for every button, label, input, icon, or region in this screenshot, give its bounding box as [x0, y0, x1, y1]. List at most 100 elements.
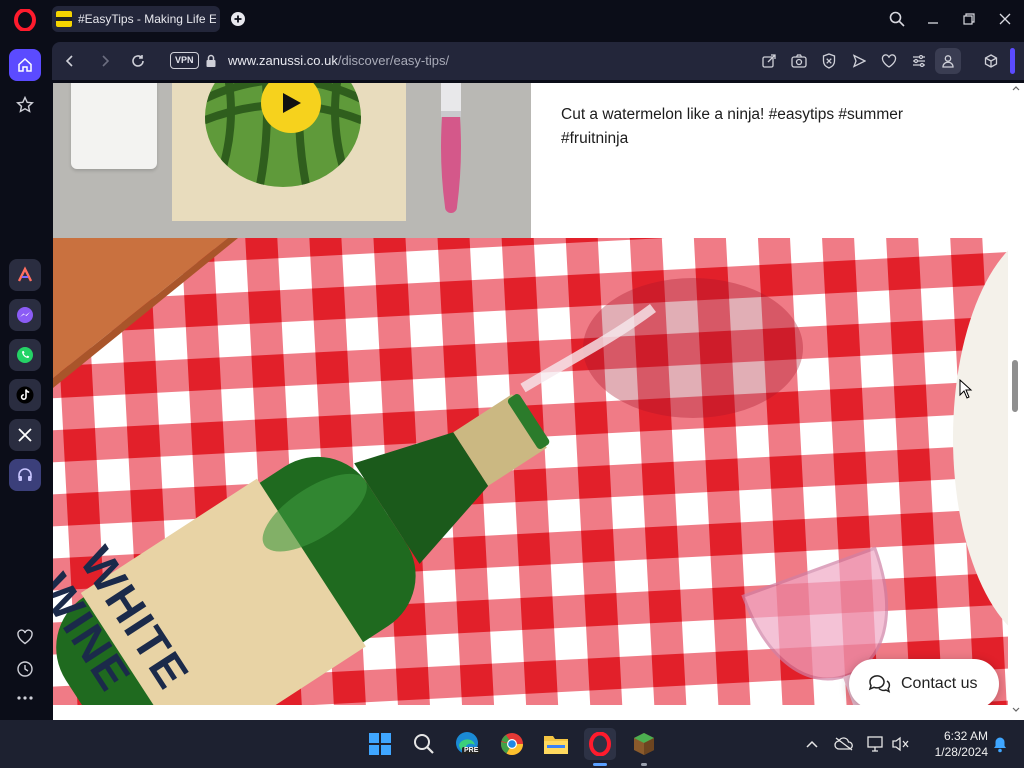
opera-logo-icon[interactable]	[14, 8, 36, 32]
snapshot-button[interactable]	[784, 42, 814, 80]
minecraft-icon	[634, 733, 654, 755]
video-caption: Cut a watermelon like a ninja! #easytips…	[561, 103, 961, 151]
restore-button[interactable]	[958, 8, 980, 30]
sliders-icon	[913, 55, 925, 67]
sidebar-item-home[interactable]	[9, 49, 41, 81]
scrollbar-thumb[interactable]	[1012, 360, 1018, 412]
heart-icon	[881, 54, 897, 68]
sidebar-accent-bar	[1010, 48, 1015, 74]
folder-icon	[544, 736, 568, 754]
clock-time: 6:32 AM	[943, 729, 988, 743]
system-clock[interactable]: 6:32 AM 1/28/2024	[918, 728, 988, 760]
back-button[interactable]	[55, 42, 85, 80]
chat-bubbles-icon	[868, 675, 891, 693]
sidebar-item-speed-dial[interactable]	[9, 89, 41, 121]
web-content: Cut a watermelon like a ninja! #easytips…	[53, 83, 1008, 705]
search-icon	[414, 734, 434, 754]
share-button[interactable]	[754, 42, 784, 80]
new-tab-button[interactable]	[228, 9, 248, 29]
onedrive-tray-button[interactable]	[828, 728, 860, 760]
easy-setup-button[interactable]	[904, 42, 934, 80]
show-hidden-icons-button[interactable]	[796, 728, 828, 760]
chevron-up-icon	[806, 740, 818, 748]
flow-button[interactable]	[844, 42, 874, 80]
zanussi-favicon-icon	[56, 11, 72, 27]
user-icon	[942, 55, 954, 68]
taskbar-opera[interactable]	[584, 728, 616, 760]
sidebar-item-whatsapp[interactable]	[9, 339, 41, 371]
minecraft-running-indicator	[641, 763, 647, 766]
x-twitter-icon	[18, 428, 32, 442]
vpn-badge[interactable]: VPN	[170, 52, 199, 69]
restore-icon	[963, 13, 975, 25]
taskbar: PRE 6:32 AM 1/28/2024	[0, 720, 1024, 768]
bell-icon	[994, 737, 1006, 753]
start-button[interactable]	[364, 728, 396, 760]
url-field[interactable]: www.zanussi.co.uk/discover/easy-tips/	[228, 42, 449, 80]
whatsapp-icon	[17, 347, 33, 363]
sidebar-more-button[interactable]	[9, 682, 41, 714]
monitor-network-icon	[867, 736, 883, 752]
minimize-icon	[928, 22, 938, 24]
sidebar-item-bookmarks[interactable]	[9, 621, 41, 653]
clock-date: 1/28/2024	[934, 745, 988, 759]
white-wine-spill-image[interactable]: WHITE WINE	[53, 238, 1008, 705]
messenger-icon	[17, 307, 33, 323]
volume-tray-button[interactable]	[885, 728, 917, 760]
cloud-offline-icon	[834, 737, 853, 751]
url-host: www.zanussi.co.uk	[228, 53, 338, 68]
play-icon	[283, 93, 301, 113]
bookmark-button[interactable]	[874, 42, 904, 80]
opera-active-indicator	[593, 763, 607, 766]
minimize-button[interactable]	[922, 8, 944, 30]
sidebar-item-x[interactable]	[9, 419, 41, 451]
home-icon	[18, 57, 32, 72]
adblock-button[interactable]	[814, 42, 844, 80]
heart-icon	[17, 629, 33, 645]
sidebar	[0, 40, 50, 718]
taskbar-edge-beta[interactable]: PRE	[452, 728, 484, 760]
sidebar-item-player[interactable]	[9, 459, 41, 491]
windows-logo-icon	[369, 733, 391, 755]
caption-line: Cut a watermelon like a ninja! #easytips…	[561, 106, 904, 123]
sidebar-item-tiktok[interactable]	[9, 379, 41, 411]
taskbar-minecraft[interactable]	[628, 728, 660, 760]
close-icon	[999, 13, 1011, 25]
clock-icon	[17, 661, 33, 677]
taskbar-search-button[interactable]	[408, 728, 440, 760]
watermelon-video-thumbnail[interactable]	[53, 83, 531, 238]
taskbar-file-explorer[interactable]	[540, 728, 572, 760]
edge-pre-badge: PRE	[462, 747, 481, 754]
profile-button[interactable]	[935, 48, 961, 74]
notifications-button[interactable]	[984, 728, 1016, 760]
search-tabs-button[interactable]	[886, 8, 908, 30]
sidebar-item-aria[interactable]	[9, 259, 41, 291]
cube-icon	[984, 54, 998, 68]
speaker-muted-icon	[892, 736, 909, 752]
reload-icon	[132, 55, 144, 67]
sidebar-item-messenger[interactable]	[9, 299, 41, 331]
aria-icon	[17, 266, 33, 282]
tab-title: #EasyTips - Making Life Easier	[78, 12, 216, 26]
contact-us-button[interactable]: Contact us	[849, 659, 999, 705]
scroll-down-icon[interactable]	[1012, 707, 1020, 713]
url-path: /discover/easy-tips/	[337, 53, 450, 68]
content-bottom-strip	[53, 705, 1008, 720]
chevron-left-icon	[65, 55, 73, 67]
scroll-up-icon[interactable]	[1012, 85, 1020, 91]
title-bar: #EasyTips - Making Life Easier	[0, 0, 1024, 40]
opera-icon	[589, 732, 611, 756]
share-icon	[762, 54, 776, 68]
plus-icon	[231, 12, 245, 26]
shield-icon	[822, 53, 836, 69]
forward-button[interactable]	[90, 42, 120, 80]
reload-button[interactable]	[123, 42, 153, 80]
sidebar-item-history[interactable]	[9, 653, 41, 685]
contact-us-label: Contact us	[901, 675, 978, 692]
lock-icon[interactable]	[205, 54, 217, 68]
tab-active[interactable]: #EasyTips - Making Life Easier	[52, 6, 220, 32]
close-button[interactable]	[994, 8, 1016, 30]
chrome-icon	[501, 733, 523, 755]
extensions-button[interactable]	[976, 42, 1006, 80]
taskbar-chrome[interactable]	[496, 728, 528, 760]
